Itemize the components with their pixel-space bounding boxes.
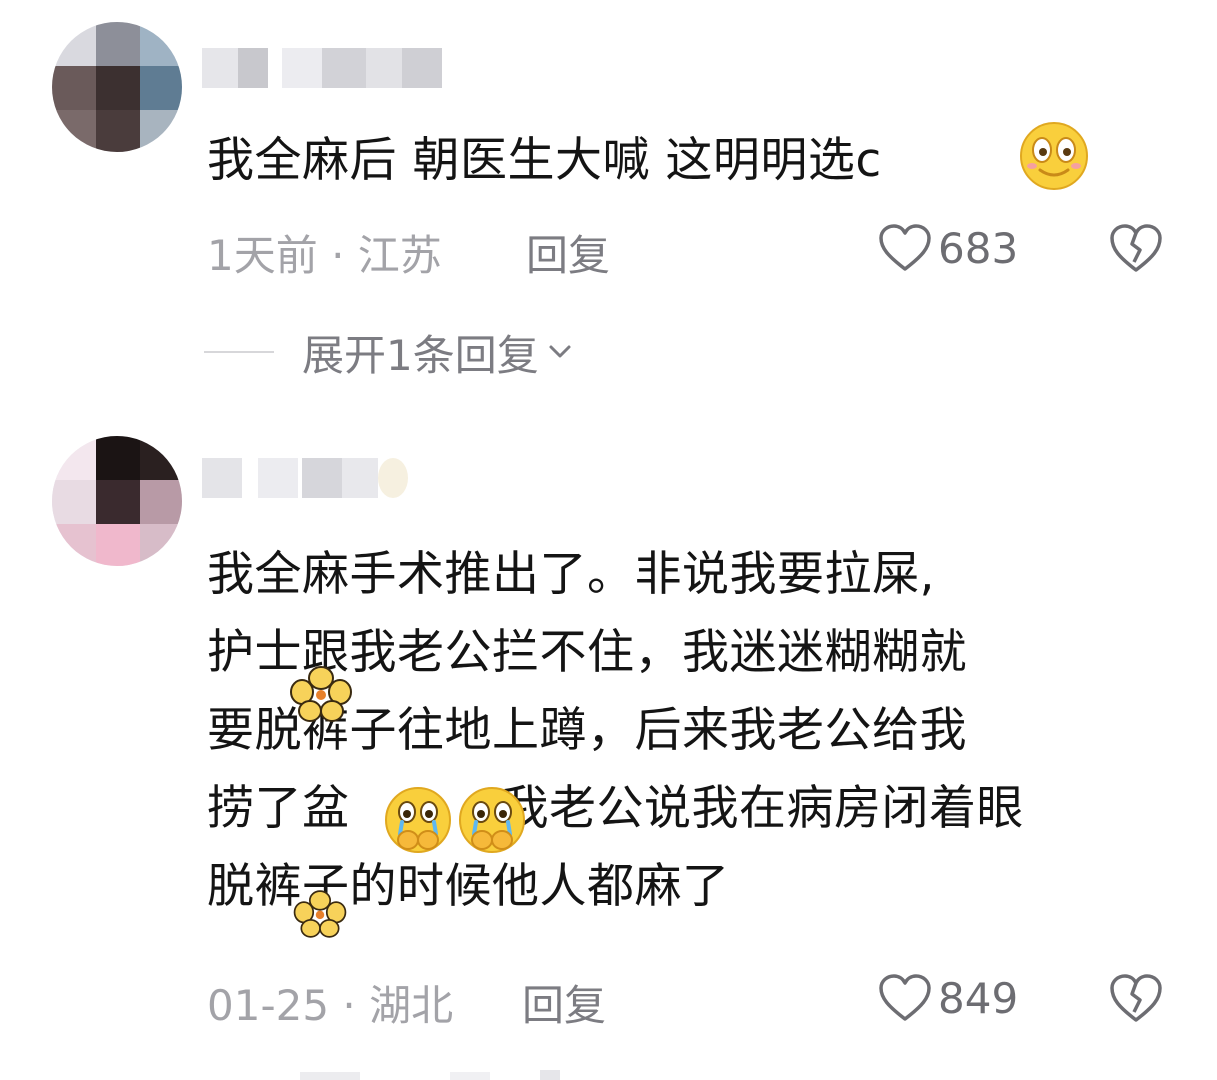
flower-sticker-icon (290, 666, 352, 722)
comment-meta: 01-25 · 湖北 (207, 981, 454, 1030)
comment-text: 我全麻手术推出了。非说我要拉屎, 护士跟我老公拦不住，我迷迷糊糊就 要脱裤子往地… (207, 546, 1024, 916)
like-button[interactable]: 849 (878, 968, 1018, 1028)
comment-item: 我全麻手术推出了。非说我要拉屎, 护士跟我老公拦不住，我迷迷糊糊就 要脱裤子往地… (0, 0, 1217, 1080)
reply-button[interactable]: 回复 (522, 972, 606, 1033)
like-count: 849 (938, 973, 1019, 1023)
username[interactable] (202, 458, 462, 502)
avatar[interactable] (52, 436, 182, 566)
heart-icon (879, 974, 931, 1021)
comment-text-line: 我全麻手术推出了。非说我要拉屎, (207, 547, 935, 602)
crying-hands-emoji-icon (385, 787, 451, 853)
next-comment-peek (300, 1066, 560, 1080)
broken-heart-icon[interactable] (1108, 972, 1164, 1024)
comment-text-segment: 捞了盆 (207, 781, 350, 836)
comment-text-segment: 我老公说我在病房闭着眼 (501, 781, 1024, 836)
flower-sticker-icon (293, 890, 347, 938)
comment-text-line-with-emoji: 捞了盆 我老公说我在病房闭着眼 (207, 780, 1024, 838)
crying-hands-emoji-icon (459, 787, 525, 853)
